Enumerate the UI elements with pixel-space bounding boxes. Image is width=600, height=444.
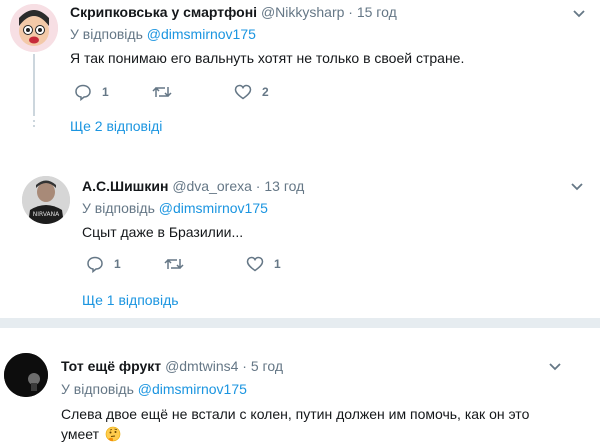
timestamp[interactable]: 15 год [357,4,397,20]
chevron-down-icon[interactable] [548,361,562,371]
action-bar: 1 2 [74,83,374,103]
tweet-2[interactable]: NIRVANA А.С.Шишкин @dva_orexa · 13 год У… [0,170,600,310]
reply-button[interactable]: 1 [74,83,109,101]
tweet-header: А.С.Шишкин @dva_orexa · 13 год [82,177,304,195]
reply-button[interactable]: 1 [86,255,121,273]
reply-count: 1 [114,257,121,271]
reply-icon [87,256,103,273]
avatar[interactable] [4,353,48,397]
avatar-cartoon-face-icon [10,4,58,52]
like-button[interactable]: 2 [234,83,269,101]
separator-dot: · [242,358,247,374]
timestamp[interactable]: 5 год [251,358,283,374]
separator-dot: · [348,4,353,20]
like-count: 1 [274,257,281,271]
reply-icon [75,84,91,101]
chevron-down-icon[interactable] [570,181,584,191]
avatar-photo-icon: NIRVANA [22,176,70,224]
reply-count: 1 [102,85,109,99]
retweet-button[interactable] [164,255,194,273]
timestamp[interactable]: 13 год [264,178,304,194]
display-name[interactable]: Тот ещё фрукт [61,358,161,374]
like-count: 2 [262,85,269,99]
show-more-replies-link[interactable]: Ще 2 відповіді [70,118,162,134]
display-name[interactable]: Скрипковська у смартфоні [70,4,257,20]
thread-separator [0,318,600,328]
thread-dots [33,120,35,130]
reply-mention-link[interactable]: @dimsmirnov175 [138,381,247,397]
retweet-button[interactable] [152,83,182,101]
tweet-text: Сцыт даже в Бразилии... [82,224,244,240]
heart-icon [246,256,264,272]
heart-icon [234,84,252,100]
tweet-text: Слева двое ещё не встали с колен, путин … [61,404,531,444]
action-bar: 1 1 [86,255,386,275]
tweet-header: Тот ещё фрукт @dmtwins4 · 5 год [61,357,283,375]
reply-prefix: У відповідь [82,200,159,216]
user-handle[interactable]: @Nikkysharp [261,4,344,20]
reply-context: У відповідь @dimsmirnov175 [61,380,247,398]
reply-context: У відповідь @dimsmirnov175 [70,25,256,43]
display-name[interactable]: А.С.Шишкин [82,178,168,194]
user-handle[interactable]: @dmtwins4 [165,358,238,374]
avatar-photo-icon [4,353,48,397]
avatar[interactable] [10,4,58,52]
reply-prefix: У відповідь [70,26,147,42]
separator-dot: · [255,178,261,194]
chevron-down-icon[interactable] [572,8,586,18]
reply-prefix: У відповідь [61,381,138,397]
tweet-1[interactable]: Скрипковська у смартфоні @Nikkysharp · 1… [0,0,600,150]
show-more-replies-link[interactable]: Ще 1 відповідь [82,292,179,308]
like-button[interactable]: 1 [246,255,281,273]
retweet-icon [152,86,172,98]
avatar[interactable]: NIRVANA [22,176,70,224]
tweet-header: Скрипковська у смартфоні @Nikkysharp · 1… [70,3,397,21]
reply-mention-link[interactable]: @dimsmirnov175 [147,26,256,42]
tweet-text: Я так понимаю его вальнуть хотят не толь… [70,50,465,66]
reply-context: У відповідь @dimsmirnov175 [82,199,268,217]
svg-text:NIRVANA: NIRVANA [33,211,60,218]
retweet-icon [164,258,184,270]
thread-line [33,54,35,116]
tweet-3[interactable]: Тот ещё фрукт @dmtwins4 · 5 год У відпов… [0,340,600,442]
user-handle[interactable]: @dva_orexa [172,178,252,194]
tweet-text-content: Слева двое ещё не встали с колен, путин … [61,406,530,442]
reply-mention-link[interactable]: @dimsmirnov175 [159,200,268,216]
